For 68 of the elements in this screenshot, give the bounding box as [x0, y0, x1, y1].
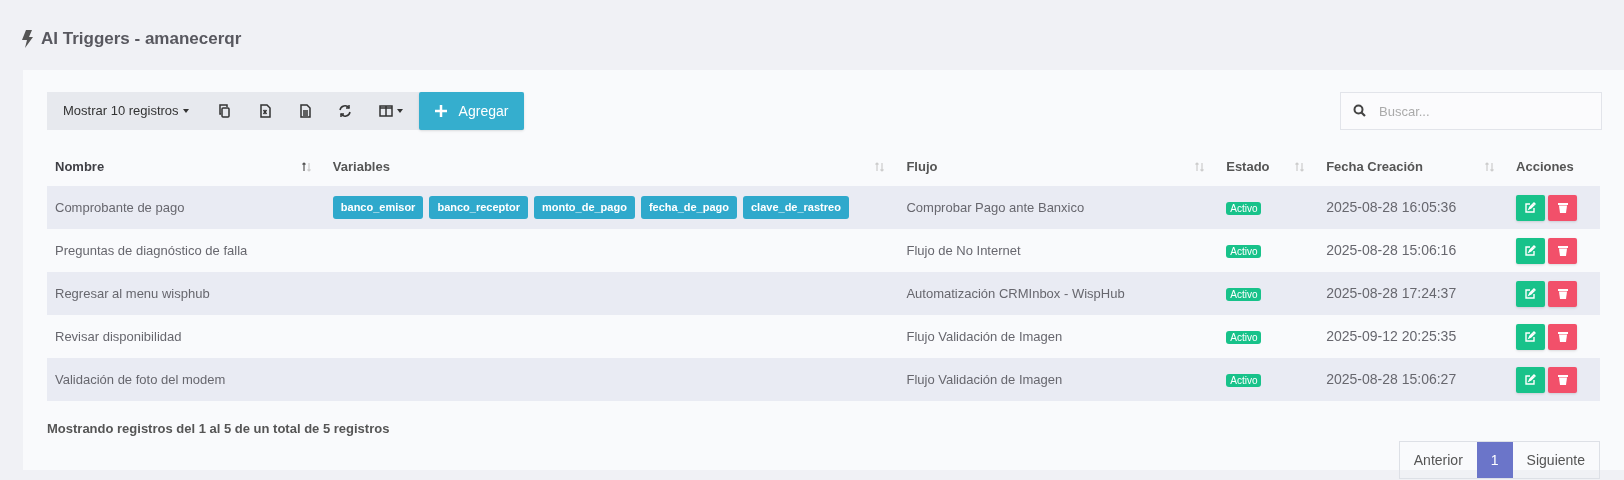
table-cell: Validación de foto del modem: [55, 371, 226, 387]
edit-icon: [1525, 288, 1537, 299]
delete-button[interactable]: [1548, 280, 1578, 307]
table-cell: 2025-08-28 15:06:16: [1326, 242, 1457, 258]
table-cell: 2025-09-12 20:25:35: [1326, 328, 1457, 344]
table-cell: Revisar disponibilidad: [55, 328, 182, 344]
refresh-icon: [337, 104, 352, 118]
page-length-dropdown[interactable]: Mostrar 10 registros: [47, 92, 205, 130]
columns-icon: [378, 104, 393, 118]
edit-icon: [1525, 245, 1537, 256]
trash-icon: [1557, 331, 1568, 342]
variable-tag: banco_receptor: [429, 196, 528, 219]
column-header[interactable]: Fecha Creación: [1326, 157, 1423, 177]
table-cell: Preguntas de diagnóstico de falla: [55, 242, 248, 258]
search-icon: [1353, 104, 1366, 117]
search-field[interactable]: Buscar...: [1340, 92, 1602, 130]
status-badge: Activo: [1226, 201, 1262, 215]
caret-icon: [182, 109, 189, 113]
pagination-button[interactable]: Siguiente: [1512, 442, 1599, 478]
lightning-icon: [22, 30, 33, 48]
trash-icon: [1557, 245, 1568, 256]
variable-tag: clave_de_rastreo: [743, 196, 849, 219]
table-cell: Flujo Validación de Imagen: [906, 371, 1063, 387]
column-header[interactable]: Estado: [1226, 157, 1270, 177]
status-badge: Activo: [1226, 244, 1262, 258]
table-cell: 2025-08-28 16:05:36: [1326, 199, 1457, 215]
table-info: Mostrando registros del 1 al 5 de un total de 5 registros: [47, 420, 390, 438]
trash-icon: [1557, 374, 1568, 385]
edit-icon: [1525, 331, 1537, 342]
column-header: Acciones: [1516, 158, 1574, 177]
excel-file-icon: [257, 104, 272, 118]
table-cell: Flujo Validación de Imagen: [906, 328, 1063, 344]
document-icon: [297, 104, 312, 118]
table-cell: Comprobante de pago: [55, 199, 185, 215]
status-badge: Activo: [1226, 330, 1262, 344]
edit-button[interactable]: [1516, 194, 1546, 221]
column-header[interactable]: Flujo: [906, 157, 938, 177]
table-cell: 2025-08-28 15:06:27: [1326, 371, 1457, 387]
table-cell: Regresar al menu wisphub: [55, 285, 210, 301]
pagination-button[interactable]: 1: [1476, 442, 1513, 478]
delete-button[interactable]: [1548, 194, 1578, 221]
delete-button[interactable]: [1548, 237, 1578, 264]
status-badge: Activo: [1226, 373, 1262, 387]
delete-button[interactable]: [1548, 323, 1578, 350]
table-cell: Comprobar Pago ante Banxico: [906, 199, 1085, 215]
trash-icon: [1557, 202, 1568, 213]
page-title: AI Triggers - amanecerqr: [41, 28, 242, 51]
variable-tag: banco_emisor: [332, 196, 424, 219]
copy-icon: [217, 104, 232, 118]
variable-tag: monto_de_pago: [533, 196, 635, 219]
table-cell: 2025-08-28 17:24:37: [1326, 285, 1457, 301]
caret-icon: [396, 109, 403, 113]
column-header[interactable]: Variables: [332, 157, 390, 177]
edit-icon: [1525, 202, 1537, 213]
variable-tag: fecha_de_pago: [640, 196, 737, 219]
table-cell: Automatización CRMInbox - WispHub: [906, 285, 1125, 301]
edit-button[interactable]: [1516, 323, 1546, 350]
edit-icon: [1525, 374, 1537, 385]
edit-button[interactable]: [1516, 366, 1546, 393]
trash-icon: [1557, 288, 1568, 299]
edit-button[interactable]: [1516, 280, 1546, 307]
edit-button[interactable]: [1516, 237, 1546, 264]
status-badge: Activo: [1226, 287, 1262, 301]
table-cell: Flujo de No Internet: [906, 242, 1021, 258]
plus-icon: [434, 105, 447, 117]
column-header[interactable]: Nombre: [55, 157, 105, 177]
delete-button[interactable]: [1548, 366, 1578, 393]
pagination-button[interactable]: Anterior: [1399, 442, 1477, 478]
